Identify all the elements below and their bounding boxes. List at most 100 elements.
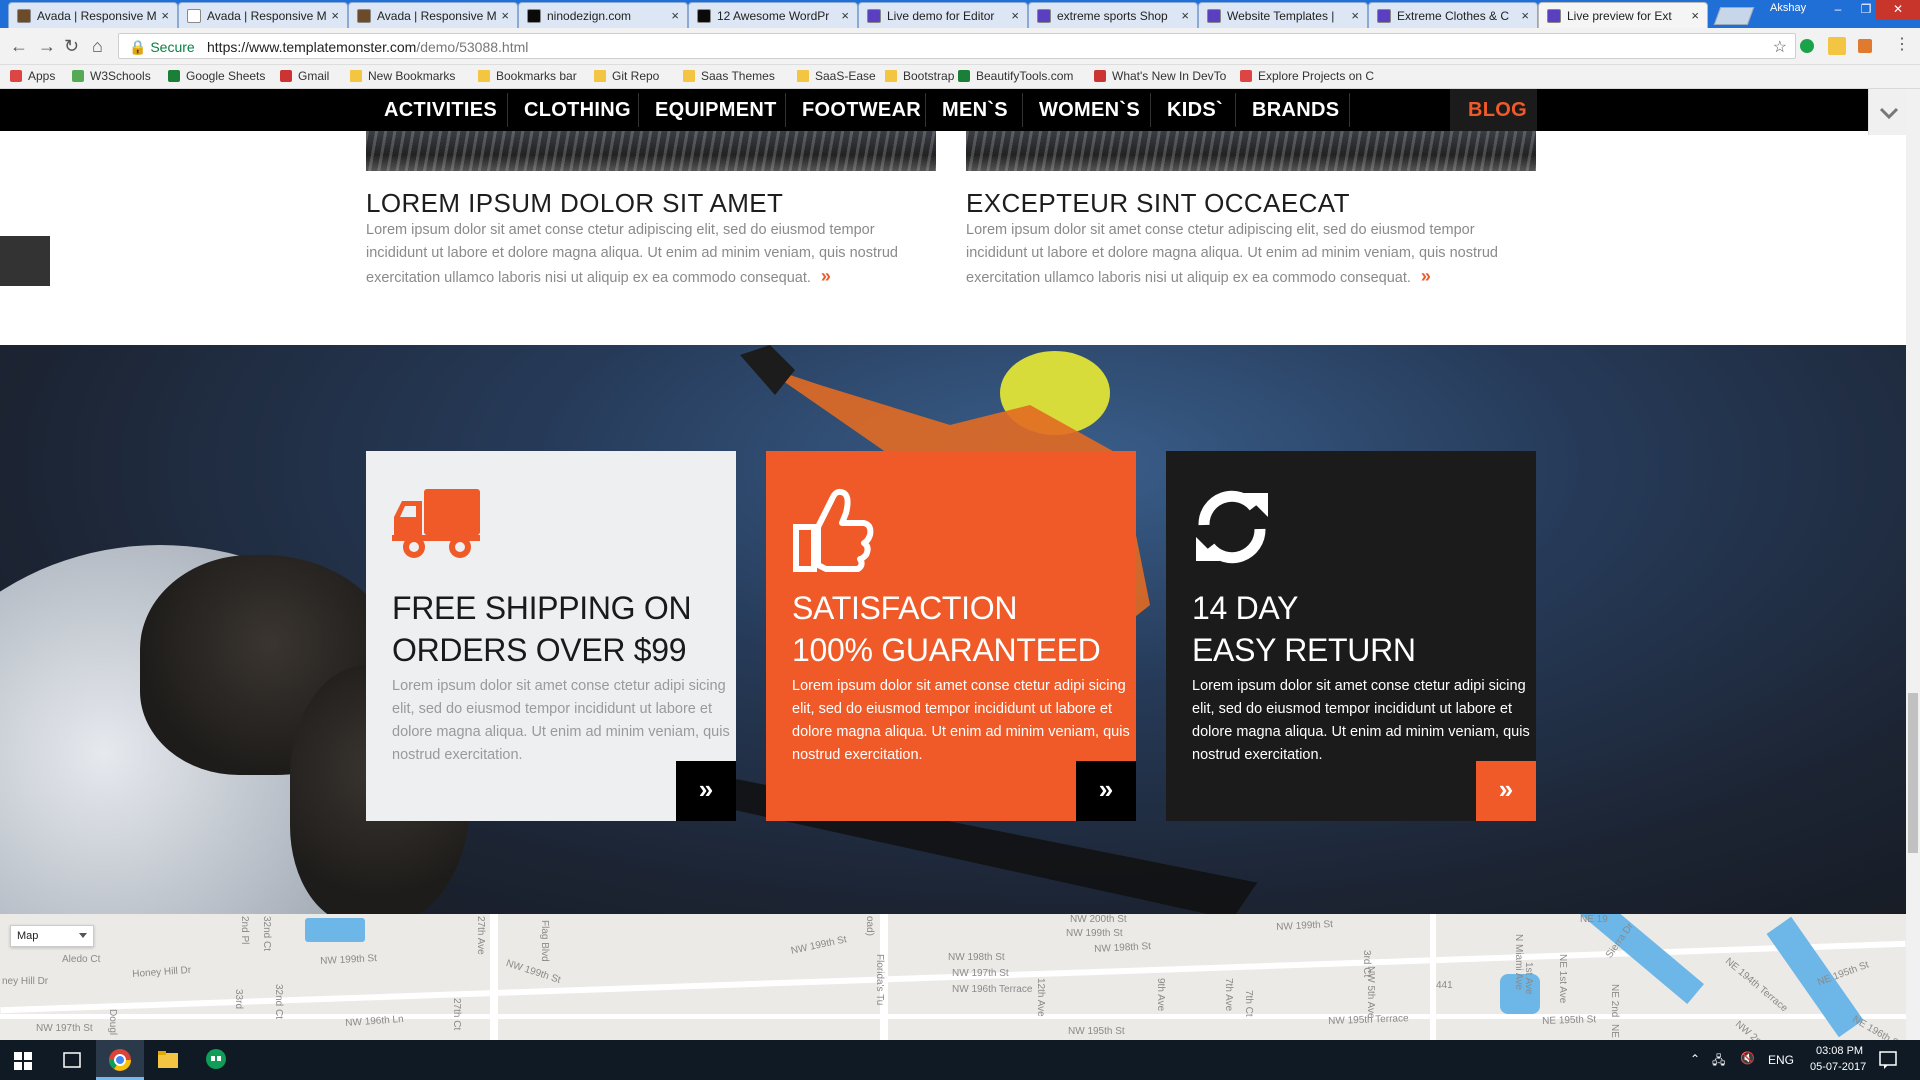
tab-title: extreme sports Shop bbox=[1057, 9, 1168, 23]
browser-tab[interactable]: Avada | Responsive M × bbox=[8, 2, 178, 28]
browser-tab[interactable]: 12 Awesome WordPr × bbox=[688, 2, 858, 28]
bookmark-item[interactable]: Apps bbox=[10, 69, 55, 83]
nav-link[interactable]: MEN`S bbox=[942, 89, 1008, 131]
post-image[interactable] bbox=[366, 131, 936, 171]
post-title[interactable]: LOREM IPSUM DOLOR SIT AMET bbox=[366, 188, 783, 219]
browser-tab[interactable]: ninodezign.com × bbox=[518, 2, 688, 28]
extension-orange-icon[interactable] bbox=[1858, 39, 1872, 53]
bookmark-label: Bookmarks bar bbox=[496, 69, 577, 83]
volume-muted-icon[interactable]: 🔇 bbox=[1740, 1051, 1755, 1065]
windows-start-icon[interactable] bbox=[0, 1040, 48, 1080]
tab-close-icon[interactable]: × bbox=[331, 8, 339, 23]
browser-tab[interactable]: Website Templates | × bbox=[1198, 2, 1368, 28]
omnibox[interactable]: 🔒 Secure https://www.templatemonster.com… bbox=[118, 33, 1796, 59]
bookmark-star-icon[interactable]: ☆ bbox=[1773, 37, 1787, 57]
bookmark-item[interactable]: BeautifyTools.com bbox=[958, 69, 1073, 83]
post-image[interactable] bbox=[966, 131, 1536, 171]
tab-close-icon[interactable]: × bbox=[161, 8, 169, 23]
chrome-taskbar-icon[interactable] bbox=[96, 1040, 144, 1080]
file-explorer-icon[interactable] bbox=[144, 1040, 192, 1080]
clock-date[interactable]: 05-07-2017 bbox=[1810, 1061, 1866, 1073]
features-section: FREE SHIPPING ON ORDERS OVER $99 Lorem ip… bbox=[0, 345, 1906, 914]
forward-arrow-icon[interactable]: → bbox=[38, 36, 56, 57]
clock-time[interactable]: 03:08 PM bbox=[1816, 1045, 1863, 1057]
map-street-label: 7th Ct bbox=[1243, 990, 1254, 1017]
hangouts-icon[interactable] bbox=[192, 1040, 240, 1080]
page-scrollbar[interactable] bbox=[1906, 89, 1920, 1040]
extension-green-icon[interactable] bbox=[1800, 39, 1814, 53]
read-more-icon[interactable]: » bbox=[1421, 266, 1431, 286]
tab-close-icon[interactable]: × bbox=[1351, 8, 1359, 23]
nav-link[interactable]: EQUIPMENT bbox=[655, 89, 777, 131]
bookmark-item[interactable]: Google Sheets bbox=[168, 69, 265, 83]
bookmark-label: Bootstrap 4 bbox=[903, 69, 965, 83]
bookmark-item[interactable]: W3Schools bbox=[72, 69, 151, 83]
feature-card-return: 14 DAY EASY RETURN Lorem ipsum dolor sit … bbox=[1166, 451, 1536, 821]
bookmark-label: SaaS-Ease bbox=[815, 69, 876, 83]
location-map[interactable]: Map Aledo Ct Honey Hill Dr ney Hill Dr NW 1… bbox=[0, 914, 1906, 1040]
feature-more-button[interactable]: » bbox=[676, 761, 736, 821]
bookmark-item[interactable]: New Bookmarks bbox=[350, 69, 455, 83]
browser-tab[interactable]: extreme sports Shop × bbox=[1028, 2, 1198, 28]
tab-close-icon[interactable]: × bbox=[1691, 8, 1699, 23]
network-icon[interactable]: 🖧 bbox=[1712, 1051, 1725, 1072]
bookmark-item[interactable]: Saas Themes bbox=[683, 69, 775, 83]
bookmark-item[interactable]: Explore Projects on C bbox=[1240, 69, 1374, 83]
language-indicator[interactable]: ENG bbox=[1768, 1053, 1794, 1067]
browser-tab[interactable]: Live preview for Ext × bbox=[1538, 2, 1708, 28]
browser-tab[interactable]: Avada | Responsive M × bbox=[178, 2, 348, 28]
chevron-down-icon bbox=[1879, 107, 1899, 120]
tab-close-icon[interactable]: × bbox=[671, 8, 679, 23]
side-widget-tab[interactable] bbox=[0, 236, 50, 286]
bookmark-item[interactable]: SaaS-Ease bbox=[797, 69, 876, 83]
nav-link[interactable]: KIDS` bbox=[1167, 89, 1223, 131]
tab-title: ninodezign.com bbox=[547, 9, 632, 23]
reload-icon[interactable]: ↻ bbox=[64, 36, 79, 57]
bookmark-item[interactable]: Bookmarks bar bbox=[478, 69, 577, 83]
bookmark-label: Explore Projects on C bbox=[1258, 69, 1375, 83]
minimize-icon[interactable]: – bbox=[1824, 0, 1852, 20]
read-more-icon[interactable]: » bbox=[821, 266, 831, 286]
scrollbar-thumb[interactable] bbox=[1908, 693, 1918, 853]
map-street-label: NW 200th St bbox=[1070, 914, 1127, 925]
tab-close-icon[interactable]: × bbox=[501, 8, 509, 23]
tab-close-icon[interactable]: × bbox=[1011, 8, 1019, 23]
extension-star-icon[interactable] bbox=[1828, 37, 1846, 55]
notifications-icon[interactable] bbox=[1878, 1050, 1898, 1070]
home-icon[interactable]: ⌂ bbox=[92, 36, 103, 57]
bookmark-label: New Bookmarks bbox=[368, 69, 456, 83]
bookmark-item[interactable]: Bootstrap 4 bbox=[885, 69, 964, 83]
nav-link-blog[interactable]: BLOG bbox=[1468, 89, 1527, 131]
nav-link[interactable]: WOMEN`S bbox=[1039, 89, 1140, 131]
browser-tab[interactable]: Live demo for Editor × bbox=[858, 2, 1028, 28]
browser-tab[interactable]: Avada | Responsive M × bbox=[348, 2, 518, 28]
bookmark-item[interactable]: Git Repo bbox=[594, 69, 659, 83]
task-view-icon[interactable] bbox=[48, 1040, 96, 1080]
browser-tab[interactable]: Extreme Clothes & C × bbox=[1368, 2, 1538, 28]
map-street-label: 32nd Ct bbox=[261, 916, 272, 952]
tab-close-icon[interactable]: × bbox=[1181, 8, 1189, 23]
profile-name[interactable]: Akshay bbox=[1770, 2, 1806, 14]
post-title[interactable]: EXCEPTEUR SINT OCCAECAT bbox=[966, 188, 1350, 219]
url-text[interactable]: https://www.templatemonster.com/demo/530… bbox=[207, 39, 528, 55]
nav-link[interactable]: FOOTWEAR bbox=[802, 89, 921, 131]
tray-expand-icon[interactable]: ⌃ bbox=[1690, 1052, 1700, 1066]
bookmark-item[interactable]: What's New In DevTo bbox=[1094, 69, 1226, 83]
tab-close-icon[interactable]: × bbox=[841, 8, 849, 23]
bookmark-favicon-icon bbox=[280, 70, 292, 82]
tab-close-icon[interactable]: × bbox=[1521, 8, 1529, 23]
toggle-panel-button[interactable] bbox=[1868, 89, 1908, 135]
feature-more-button[interactable]: » bbox=[1076, 761, 1136, 821]
feature-more-button[interactable]: » bbox=[1476, 761, 1536, 821]
back-arrow-icon[interactable]: ← bbox=[10, 36, 28, 57]
map-type-select[interactable]: Map bbox=[10, 925, 94, 947]
nav-link[interactable]: ACTIVITIES bbox=[384, 89, 497, 131]
nav-link[interactable]: BRANDS bbox=[1252, 89, 1339, 131]
nav-link[interactable]: CLOTHING bbox=[524, 89, 631, 131]
menu-kebab-icon[interactable]: ⋮ bbox=[1894, 34, 1910, 54]
bookmark-item[interactable]: Gmail bbox=[280, 69, 329, 83]
truck-icon bbox=[392, 489, 480, 558]
secure-indicator[interactable]: 🔒 Secure bbox=[129, 39, 195, 56]
window-close-icon[interactable]: ✕ bbox=[1876, 0, 1920, 20]
new-tab-button[interactable] bbox=[1713, 7, 1755, 25]
